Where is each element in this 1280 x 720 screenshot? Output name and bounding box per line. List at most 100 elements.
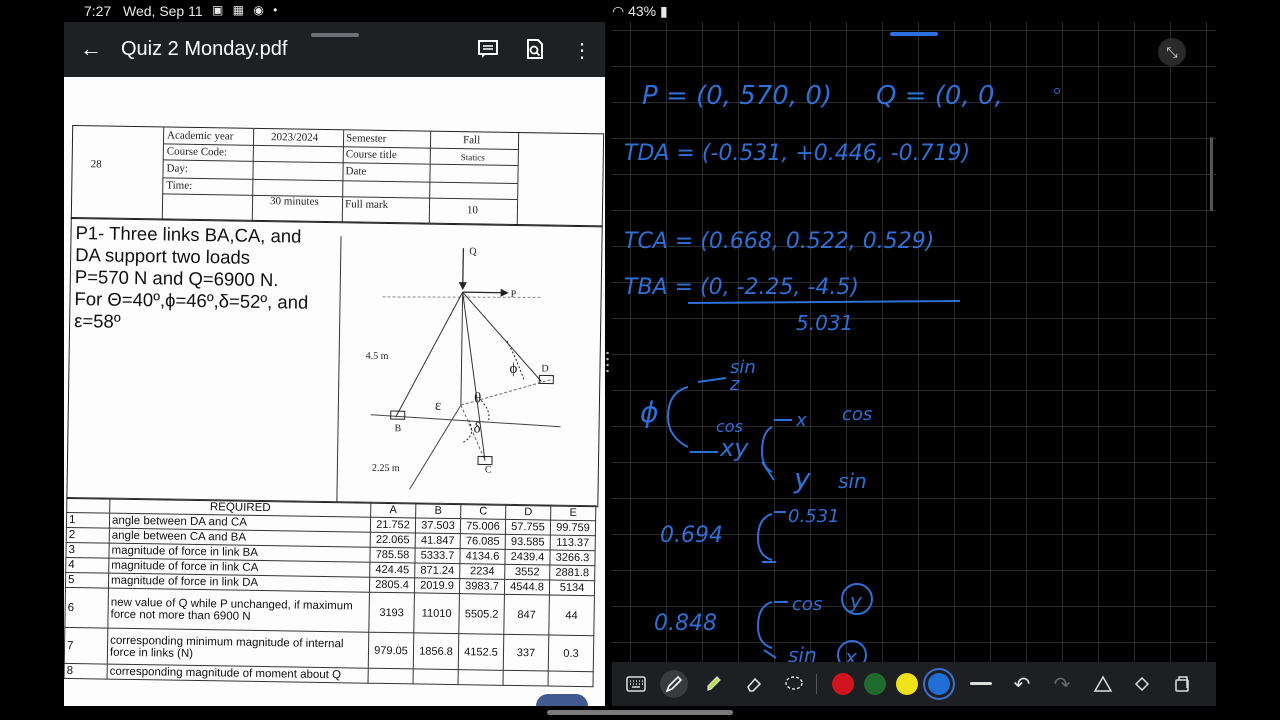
cell-value: 979.05 bbox=[368, 632, 414, 669]
more-tools-icon[interactable] bbox=[1168, 670, 1196, 698]
undo-icon[interactable]: ↶ bbox=[1008, 670, 1036, 698]
redo-icon[interactable]: ↷ bbox=[1048, 670, 1076, 698]
more-options-icon[interactable]: ⋮ bbox=[571, 38, 593, 62]
note-y-circled: y bbox=[849, 589, 863, 613]
drawing-toolbar: ↶ ↷ bbox=[612, 662, 1216, 706]
label-q: Q bbox=[469, 246, 477, 257]
note-xy: xy bbox=[719, 434, 749, 462]
cell-value: 3193 bbox=[368, 592, 415, 633]
cell-value: 57.755 bbox=[505, 519, 551, 536]
semester: Fall bbox=[462, 134, 481, 147]
cell-value: 37.503 bbox=[415, 517, 461, 534]
cell-value: 4544.8 bbox=[504, 579, 550, 596]
note-tba-denominator: 5.031 bbox=[796, 311, 853, 335]
exam-code: 28 bbox=[90, 158, 102, 171]
note-x: x bbox=[795, 410, 807, 431]
cell-value: 44 bbox=[548, 595, 595, 636]
pdf-page: 28 Academic year 2023/2024 Semester Fall… bbox=[64, 77, 605, 706]
cell-value: 5505.2 bbox=[458, 593, 505, 635]
row-number: 7 bbox=[64, 627, 108, 665]
quiz-sheet: 28 Academic year 2023/2024 Semester Fall… bbox=[64, 77, 605, 706]
problem-block: P1- Three links BA,CA, and DA support tw… bbox=[66, 216, 603, 508]
dimension-2-25m: 2.25 m bbox=[372, 463, 400, 474]
notification-icons: ▣ ▦ ◉ • bbox=[212, 3, 281, 17]
cell-value: 99.759 bbox=[550, 520, 596, 536]
problem-line: ε=58º bbox=[74, 310, 121, 332]
label-p: P bbox=[511, 289, 517, 300]
annotate-button[interactable] bbox=[536, 694, 588, 706]
eraser-icon[interactable] bbox=[740, 670, 768, 698]
col-header: A bbox=[370, 502, 416, 518]
label-epsilon: ε bbox=[435, 398, 442, 414]
note-x-circled: x bbox=[844, 645, 857, 662]
color-red-swatch[interactable] bbox=[832, 673, 854, 695]
wifi-icon: ◠ bbox=[612, 3, 625, 19]
search-in-document-icon[interactable] bbox=[524, 38, 546, 60]
pen-icon[interactable] bbox=[660, 670, 688, 698]
cell-value: 337 bbox=[503, 634, 549, 672]
cell-value: 21.752 bbox=[370, 517, 416, 533]
color-green-swatch[interactable] bbox=[864, 673, 886, 695]
notes-pane: ⤡ P = (0, 570, 0) Q = (0, 0, TDA = (-0.5… bbox=[612, 22, 1216, 706]
pane-drag-handle[interactable] bbox=[311, 33, 359, 37]
pdf-title: Quiz 2 Monday.pdf bbox=[121, 38, 288, 60]
comment-icon[interactable] bbox=[477, 38, 499, 60]
color-blue-swatch[interactable] bbox=[928, 673, 950, 695]
lasso-icon[interactable] bbox=[780, 670, 808, 698]
label-delta: δ bbox=[473, 420, 480, 436]
cell-value: 2234 bbox=[459, 563, 505, 580]
note-0-694: 0.694 bbox=[660, 523, 723, 548]
home-indicator[interactable] bbox=[547, 710, 733, 715]
color-yellow-swatch[interactable] bbox=[896, 673, 918, 695]
cell-value: 3552 bbox=[504, 564, 550, 581]
exam-header: 28 Academic year 2023/2024 Semester Fall… bbox=[70, 124, 605, 228]
shape-icon[interactable] bbox=[1089, 670, 1117, 698]
back-arrow-icon[interactable]: ← bbox=[80, 38, 102, 60]
note-cos-3: cos bbox=[792, 594, 822, 615]
row-number: 8 bbox=[64, 663, 108, 680]
line-width-icon[interactable] bbox=[967, 670, 995, 698]
cell-value: 1856.8 bbox=[413, 632, 459, 670]
date-label: Date bbox=[345, 165, 367, 178]
note-tda: TDA = (-0.531, +0.446, -0.719) bbox=[624, 141, 970, 166]
problem-statement: P1- Three links BA,CA, and DA support tw… bbox=[74, 222, 334, 336]
label-d: D bbox=[541, 363, 548, 374]
cell-value: 2019.9 bbox=[414, 577, 460, 594]
col-header: E bbox=[550, 505, 596, 521]
note-p-vector: P = (0, 570, 0) bbox=[642, 81, 832, 111]
status-time: 7:27 bbox=[84, 3, 112, 19]
academic-year-label: Academic year bbox=[166, 129, 234, 143]
full-mark: 10 bbox=[466, 204, 479, 217]
pdf-app-bar: ← Quiz 2 Monday.pdf ⋮ bbox=[64, 22, 605, 77]
status-bar: 7:27 Wed, Sep 11 ▣ ▦ ◉ • ◠ 43% ▮ bbox=[0, 0, 1280, 687]
note-z: z bbox=[729, 374, 740, 395]
row-label: corresponding minimum magnitude of inter… bbox=[107, 628, 369, 669]
course-title-label: Course title bbox=[345, 148, 397, 162]
note-cos-2: cos bbox=[842, 404, 872, 425]
row-number: 3 bbox=[65, 542, 110, 559]
full-mark-label: Full mark bbox=[344, 198, 389, 211]
fill-icon[interactable] bbox=[1128, 670, 1156, 698]
note-0-848: 0.848 bbox=[654, 611, 717, 636]
col-header: C bbox=[460, 503, 506, 520]
cell-value: 871.24 bbox=[414, 562, 460, 579]
label-phi: ϕ bbox=[509, 361, 517, 377]
semester-label: Semester bbox=[345, 132, 387, 145]
cell-value: 93.585 bbox=[505, 534, 551, 551]
note-y: y bbox=[793, 462, 811, 495]
course-code-label: Course Code: bbox=[166, 145, 228, 159]
note-sin-2: sin bbox=[838, 469, 867, 493]
row-number: 1 bbox=[66, 512, 110, 529]
time-value: 30 minutes bbox=[269, 195, 319, 208]
split-divider-handle[interactable] bbox=[606, 350, 609, 376]
cell-value: 847 bbox=[503, 594, 550, 636]
row-label: corresponding magnitude of moment about … bbox=[107, 664, 369, 684]
cell-value: 3266.3 bbox=[549, 550, 596, 566]
results-table: REQUIRED A B C D E 1 angle between DA an… bbox=[64, 497, 596, 687]
cell-value: 4134.6 bbox=[459, 548, 506, 565]
time-label: Time: bbox=[166, 179, 193, 192]
cell-value: 2805.4 bbox=[369, 577, 415, 593]
keyboard-icon[interactable] bbox=[622, 670, 650, 698]
highlighter-icon[interactable] bbox=[700, 670, 728, 698]
status-date: Wed, Sep 11 bbox=[123, 3, 203, 19]
